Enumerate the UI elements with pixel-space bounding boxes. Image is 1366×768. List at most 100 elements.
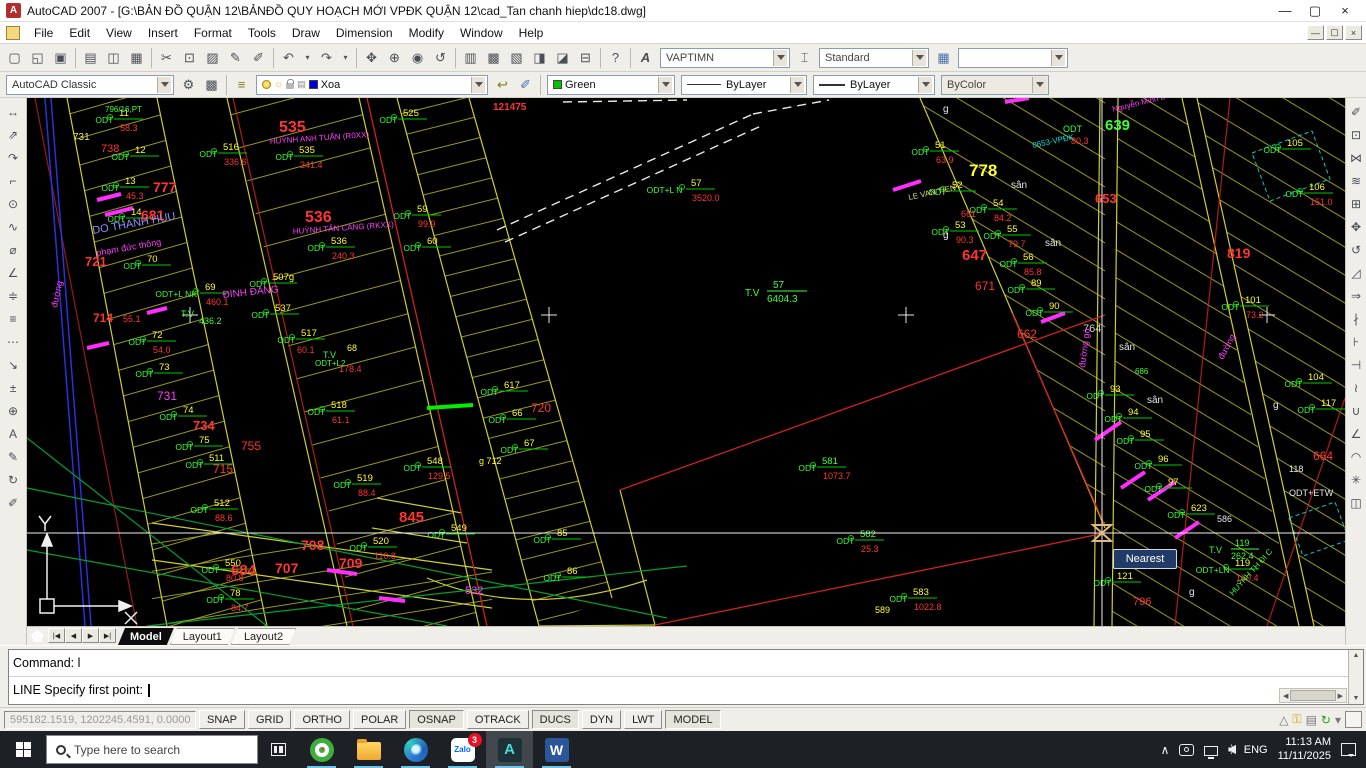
tab-first-button[interactable]: |◀: [48, 628, 65, 643]
menu-window[interactable]: Window: [452, 24, 511, 42]
dim-text-edit-icon[interactable]: ✎: [3, 445, 23, 468]
start-button[interactable]: [0, 731, 46, 768]
menu-edit[interactable]: Edit: [61, 24, 98, 42]
taskbar-app-explorer[interactable]: [345, 731, 392, 768]
child-restore-button[interactable]: ▢: [1326, 25, 1343, 40]
dim-aligned-icon[interactable]: ⇗: [3, 123, 23, 146]
dim-ordinate-icon[interactable]: ⌐: [3, 169, 23, 192]
taskbar-app-edge[interactable]: [392, 731, 439, 768]
dim-arc-length-icon[interactable]: ↷: [3, 146, 23, 169]
zoom-window-icon[interactable]: ◉: [406, 46, 429, 69]
quickcalc-icon[interactable]: ⊟: [574, 46, 597, 69]
break-at-point-icon[interactable]: ⊣: [1346, 353, 1366, 376]
taskbar-app-zalo[interactable]: Zalo 3: [439, 731, 486, 768]
tab-layout1[interactable]: Layout1: [170, 628, 235, 645]
explode-icon[interactable]: ✳: [1346, 468, 1366, 491]
taskbar-clock[interactable]: 11:13 AM 11/11/2025: [1278, 736, 1331, 764]
color-combo[interactable]: Green: [547, 75, 675, 95]
rotate-icon[interactable]: ↺: [1346, 238, 1366, 261]
status-dyn-button[interactable]: DYN: [582, 710, 621, 729]
command-vscrollbar[interactable]: ▲▼: [1348, 650, 1363, 704]
dim-style-icon[interactable]: ⌶: [793, 46, 816, 69]
language-indicator[interactable]: ENG: [1244, 744, 1268, 756]
status-model-button[interactable]: MODEL: [665, 710, 720, 729]
network-icon[interactable]: [1204, 746, 1218, 756]
status-polar-button[interactable]: POLAR: [353, 710, 406, 729]
array-icon[interactable]: ⊞: [1346, 192, 1366, 215]
new-file-icon[interactable]: ▢: [3, 46, 26, 69]
workspace-combo[interactable]: AutoCAD Classic: [6, 75, 174, 95]
lineweight-combo[interactable]: ByLayer: [813, 75, 935, 95]
dim-baseline-icon[interactable]: ≡: [3, 307, 23, 330]
publish-icon[interactable]: ▦: [125, 46, 148, 69]
paste-icon[interactable]: ▨: [201, 46, 224, 69]
help-icon[interactable]: ?: [604, 46, 627, 69]
status-ducs-button[interactable]: DUCS: [532, 710, 579, 729]
properties-icon[interactable]: ▥: [459, 46, 482, 69]
chevron-down-icon[interactable]: [912, 50, 926, 66]
save-workspace-icon[interactable]: ▩: [200, 73, 223, 96]
quick-leader-icon[interactable]: ↘: [3, 353, 23, 376]
associated-files-icon[interactable]: ↻: [1321, 713, 1331, 727]
erase-icon[interactable]: ✐: [1346, 100, 1366, 123]
tab-layout2[interactable]: Layout2: [231, 628, 296, 645]
menu-file[interactable]: File: [26, 24, 61, 42]
chevron-down-icon[interactable]: [773, 50, 787, 66]
fillet-icon[interactable]: ◠: [1346, 445, 1366, 468]
menu-format[interactable]: Format: [186, 24, 240, 42]
chevron-down-icon[interactable]: [918, 77, 932, 93]
layer-states-icon[interactable]: ✐: [514, 73, 537, 96]
tab-next-button[interactable]: ▶: [82, 628, 99, 643]
layer-freeze-icon[interactable]: ☼: [274, 79, 283, 90]
chevron-down-icon[interactable]: [471, 77, 485, 93]
layer-manager-icon[interactable]: ≡: [230, 73, 253, 96]
redo-icon[interactable]: ↷: [315, 46, 338, 69]
clean-screen-button[interactable]: [1345, 711, 1362, 728]
dim-edit-icon[interactable]: A: [3, 422, 23, 445]
chevron-down-icon[interactable]: [658, 77, 672, 93]
undo-drop-icon[interactable]: ▾: [300, 46, 315, 69]
chevron-down-icon[interactable]: [790, 77, 804, 93]
text-style-combo[interactable]: VAPTIMN: [660, 48, 790, 68]
menu-view[interactable]: View: [98, 24, 140, 42]
dim-diameter-icon[interactable]: ⌀: [3, 238, 23, 261]
markup-icon[interactable]: ◪: [551, 46, 574, 69]
offset-icon[interactable]: ≋: [1346, 169, 1366, 192]
status-ortho-button[interactable]: ORTHO: [294, 710, 350, 729]
toolbar-lock-icon[interactable]: ⚿: [1292, 712, 1301, 727]
copy-clip-icon[interactable]: ⊡: [178, 46, 201, 69]
undo-icon[interactable]: ↶: [277, 46, 300, 69]
menu-dimension[interactable]: Dimension: [328, 24, 401, 42]
menu-tools[interactable]: Tools: [240, 24, 284, 42]
center-mark-icon[interactable]: ⊕: [3, 399, 23, 422]
chamfer-icon[interactable]: ∠: [1346, 422, 1366, 445]
layer-plot-icon[interactable]: ▤: [297, 79, 306, 90]
save-icon[interactable]: ▣: [49, 46, 72, 69]
dim-angular-icon[interactable]: ∠: [3, 261, 23, 284]
sheet-set-manager-icon[interactable]: ◨: [528, 46, 551, 69]
taskbar-search-input[interactable]: Type here to search: [46, 735, 258, 764]
join-icon[interactable]: ∪: [1346, 399, 1366, 422]
zoom-previous-icon[interactable]: ↺: [429, 46, 452, 69]
draw-order-icon[interactable]: ◫: [1346, 491, 1366, 514]
scroll-down-icon[interactable]: ▼: [1353, 693, 1360, 704]
text-style-icon[interactable]: A: [634, 46, 657, 69]
copy-icon[interactable]: ⊡: [1346, 123, 1366, 146]
stretch-icon[interactable]: ⇒: [1346, 284, 1366, 307]
break-icon[interactable]: ≀: [1346, 376, 1366, 399]
pan-icon[interactable]: ✥: [360, 46, 383, 69]
child-minimize-button[interactable]: —: [1307, 25, 1324, 40]
plot-style-combo[interactable]: ByColor: [941, 75, 1049, 95]
status-osnap-button[interactable]: OSNAP: [409, 710, 464, 729]
menu-draw[interactable]: Draw: [284, 24, 328, 42]
coordinate-display[interactable]: 595182.1519, 1202245.4591, 0.0000: [4, 711, 196, 729]
dim-style-combo[interactable]: Standard: [819, 48, 929, 68]
designcenter-icon[interactable]: ▩: [482, 46, 505, 69]
layer-previous-icon[interactable]: ↩: [491, 73, 514, 96]
table-style-combo[interactable]: [958, 48, 1068, 68]
plot-preview-icon[interactable]: ◫: [102, 46, 125, 69]
tolerance-icon[interactable]: ±: [3, 376, 23, 399]
command-hscrollbar[interactable]: ◀▶: [1279, 688, 1347, 703]
scroll-left-icon[interactable]: ◀: [1283, 692, 1288, 700]
cut-icon[interactable]: ✂: [155, 46, 178, 69]
